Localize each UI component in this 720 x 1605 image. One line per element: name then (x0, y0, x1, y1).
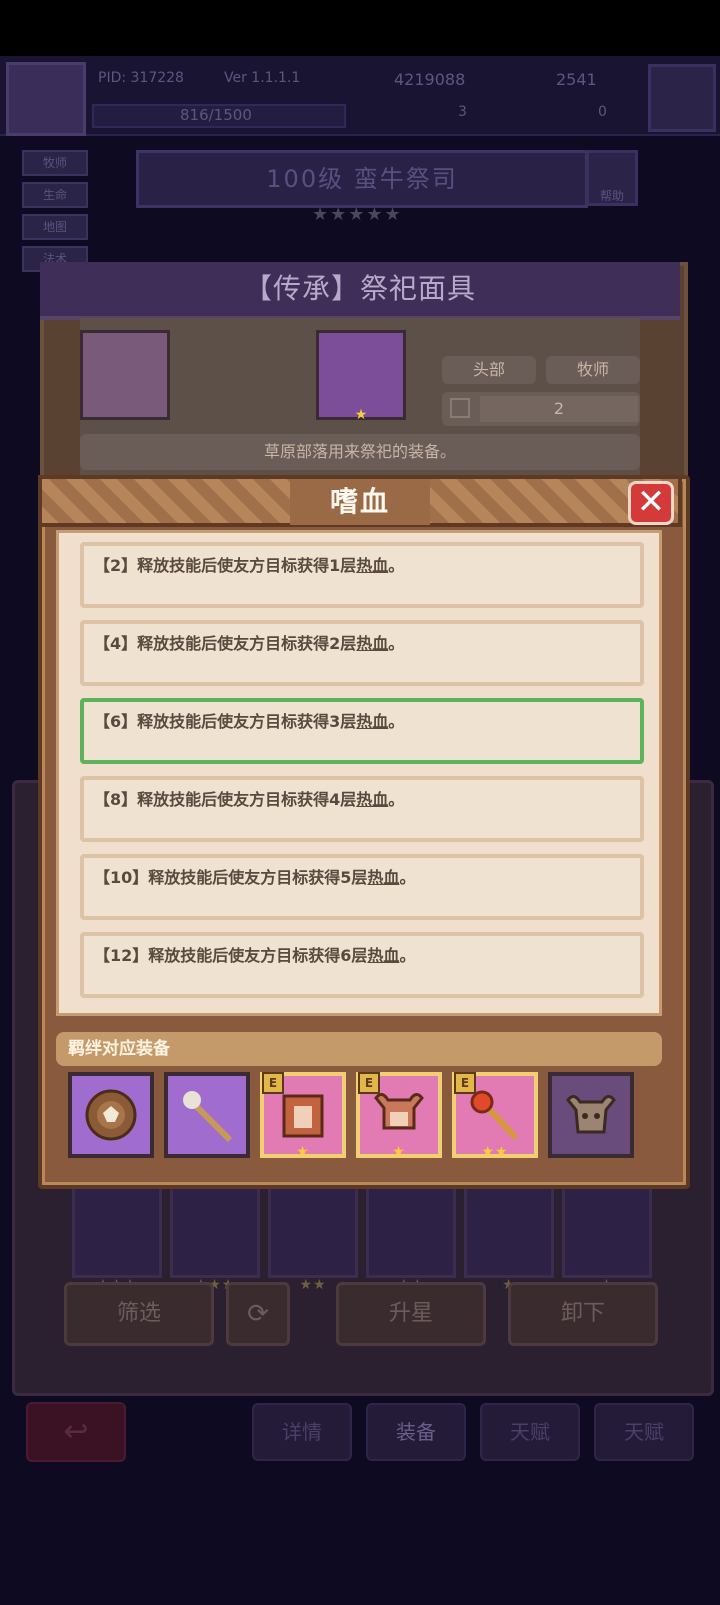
bond-tier-row-active: 【6】释放技能后使友方目标获得3层热血。 (80, 698, 644, 764)
resource-count-a: 3 (458, 104, 467, 120)
tier-level: 【10】 (94, 868, 149, 887)
hood-icon[interactable]: ★★★ (72, 1186, 162, 1293)
tier-effect: 释放技能后使友方目标获得4层 (137, 790, 357, 809)
filter-label: 筛选 (116, 1301, 161, 1326)
tier-tail: 。 (399, 868, 416, 887)
slot-stars: ★★ (481, 1144, 509, 1160)
item-description: 草原部落用来祭祀的装备。 (80, 434, 640, 470)
equipped-badge: E (454, 1072, 476, 1094)
tier-tail: 。 (388, 556, 405, 575)
slot-stars: ★ (296, 1144, 310, 1160)
side-tab-2[interactable]: 地图 (22, 214, 88, 240)
tier-effect: 释放技能后使友方目标获得5层 (148, 868, 368, 887)
resource-count-b: 0 (598, 104, 607, 120)
back-arrow-icon[interactable]: ↩ (26, 1402, 126, 1462)
bull-shield-graphic (85, 1089, 137, 1141)
status-bar (0, 0, 720, 56)
tier-effect: 释放技能后使友方目标获得6层 (148, 946, 368, 965)
settings-gear-icon[interactable] (648, 64, 716, 132)
tier-tail: 。 (388, 790, 405, 809)
side-tab-1[interactable]: 生命 (22, 182, 88, 208)
bull-mask-icon[interactable]: E ★ (356, 1072, 442, 1160)
tier-level: 【2】 (94, 556, 138, 575)
bond-tier-row: 【12】释放技能后使友方目标获得6层热血。 (80, 932, 644, 998)
bond-tier-row: 【4】释放技能后使友方目标获得2层热血。 (80, 620, 644, 686)
slot-stars: ★ (392, 1144, 406, 1160)
grid-icon (450, 398, 470, 418)
iron-helm-icon[interactable]: ★ (562, 1186, 652, 1293)
gem-amount: 2541 (556, 70, 597, 89)
tier-level: 【12】 (94, 946, 149, 965)
nav-tab-equipment[interactable]: 装备 (366, 1403, 466, 1461)
bull-armor-icon[interactable]: E ★ (260, 1072, 346, 1160)
bull-shield-icon[interactable] (68, 1072, 154, 1158)
helm-icon[interactable]: ★★★ (170, 1186, 260, 1293)
unequip-button[interactable]: 卸下 (508, 1282, 658, 1346)
bull-skull-icon[interactable] (548, 1072, 634, 1158)
nav-tab-talent-b[interactable]: 天赋 (594, 1403, 694, 1461)
gold-amount: 4219088 (394, 70, 466, 89)
tier-tail: 。 (388, 634, 405, 653)
keyword-link[interactable]: 热血 (367, 868, 399, 887)
tier-effect: 释放技能后使友方目标获得2层 (137, 634, 357, 653)
scepter-icon[interactable]: E ★★ (452, 1072, 538, 1160)
slot-tag: 头部 (442, 356, 536, 384)
bond-tier-row: 【10】释放技能后使友方目标获得5层热血。 (80, 854, 644, 920)
keyword-link[interactable]: 热血 (356, 556, 388, 575)
bond-equipment-label: 羁绊对应装备 (56, 1032, 662, 1066)
help-button[interactable]: 帮助 (586, 150, 638, 206)
tier-level: 【6】 (94, 712, 138, 731)
equipped-badge: E (358, 1072, 380, 1094)
item-count: 2 (480, 396, 638, 422)
nav-tab-talent-a[interactable]: 天赋 (480, 1403, 580, 1461)
game-version: Ver 1.1.1.1 (224, 70, 301, 86)
upgrade-star-button[interactable]: 升星 (336, 1282, 486, 1346)
hero-title: 100级 蛮牛祭司 (136, 150, 588, 208)
close-icon[interactable]: ✕ (628, 481, 674, 525)
refresh-icon[interactable]: ⟳ (226, 1282, 290, 1346)
orb-helm-icon[interactable]: ★ (464, 1186, 554, 1293)
bull-skull-graphic (566, 1095, 616, 1134)
equipped-badge: E (262, 1072, 284, 1094)
tier-level: 【8】 (94, 790, 138, 809)
keyword-link[interactable]: 热血 (356, 790, 388, 809)
tier-level: 【4】 (94, 634, 138, 653)
hero-portrait (80, 330, 170, 420)
player-avatar[interactable] (6, 62, 86, 136)
player-id: PID: 317228 (98, 70, 184, 86)
knight-helm-icon[interactable]: ★★ (268, 1186, 358, 1293)
nav-tab-details[interactable]: 详情 (252, 1403, 352, 1461)
staff-graphic (183, 1091, 233, 1143)
keyword-link[interactable]: 热血 (356, 634, 388, 653)
tier-tail: 。 (388, 712, 405, 731)
hero-stars: ★★★★★ (312, 204, 403, 225)
tier-effect: 释放技能后使友方目标获得1层 (137, 556, 357, 575)
bond-tier-row: 【2】释放技能后使友方目标获得1层热血。 (80, 542, 644, 608)
staff-icon[interactable] (164, 1072, 250, 1158)
bull-mask-icon: ★ (316, 330, 406, 423)
tier-tail: 。 (399, 946, 416, 965)
modal-title: 嗜血 (290, 479, 430, 525)
exp-value: 816/1500 (180, 106, 252, 124)
keyword-link[interactable]: 热血 (367, 946, 399, 965)
item-icon-stars: ★ (354, 407, 368, 423)
bond-tier-row: 【8】释放技能后使友方目标获得4层热血。 (80, 776, 644, 842)
class-tag: 牧师 (546, 356, 640, 384)
side-tab-0[interactable]: 牧师 (22, 150, 88, 176)
tier-effect: 释放技能后使友方目标获得3层 (137, 712, 357, 731)
filter-button[interactable]: 筛选 (64, 1282, 214, 1346)
item-title: 【传承】祭祀面具 (40, 262, 680, 320)
crown-icon[interactable]: ★★ (366, 1186, 456, 1293)
keyword-link[interactable]: 热血 (356, 712, 388, 731)
